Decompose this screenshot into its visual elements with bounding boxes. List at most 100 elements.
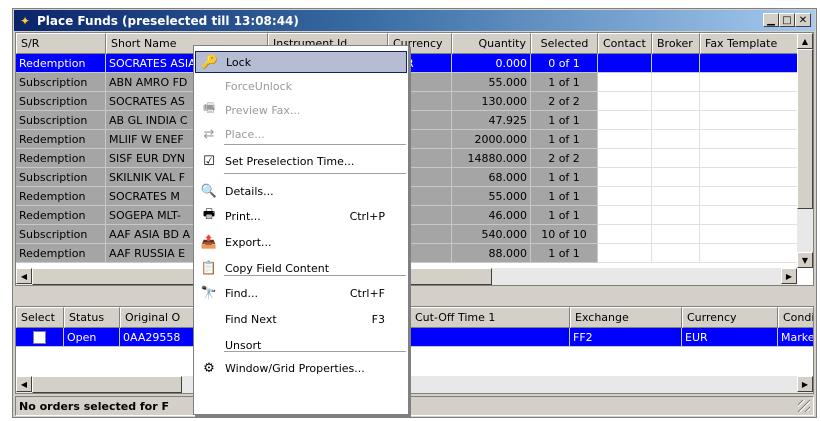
- menu-item-find-next[interactable]: Find Next F3: [195, 308, 407, 330]
- table-cell: [700, 187, 799, 206]
- table-cell: 55.000: [452, 73, 531, 92]
- maximize-button[interactable]: □: [779, 13, 795, 27]
- orders-horizontal-scrollbar[interactable]: ◀ ▶: [16, 376, 813, 393]
- table-cell: 2000.000: [452, 130, 531, 149]
- table-cell: 0 of 1: [531, 54, 598, 73]
- col-sr[interactable]: S/R: [16, 33, 106, 54]
- scroll-right-icon[interactable]: ▶: [781, 268, 797, 284]
- table-cell: 1 of 1: [531, 244, 598, 263]
- scroll-down-icon[interactable]: ▼: [797, 252, 813, 268]
- table-cell: [598, 149, 652, 168]
- menu-item-label: Window/Grid Properties...: [225, 361, 365, 375]
- col-broker[interactable]: Broker: [652, 33, 700, 54]
- scroll-up-icon[interactable]: ▲: [797, 33, 813, 49]
- menu-item-label: Set Preselection Time...: [225, 154, 355, 168]
- vertical-scroll-thumb[interactable]: [797, 49, 813, 209]
- menu-item-export[interactable]: 📤 Export...: [195, 231, 407, 253]
- table-cell: 14880.000: [452, 149, 531, 168]
- table-cell: [598, 187, 652, 206]
- table-cell: [652, 149, 700, 168]
- menu-item-unsort[interactable]: Unsort: [195, 334, 407, 356]
- table-cell: Redemption: [16, 206, 106, 225]
- col-cutoff-time[interactable]: Cut-Off Time 1: [410, 307, 570, 328]
- table-cell: 10 of 10: [531, 225, 598, 244]
- table-cell: [700, 149, 799, 168]
- exchange-cell: FF2: [570, 328, 682, 347]
- condition-cell: Marke: [778, 328, 813, 347]
- key-icon: 🔑: [201, 54, 219, 70]
- select-cell[interactable]: [16, 328, 64, 347]
- table-cell: [652, 92, 700, 111]
- table-cell: [598, 225, 652, 244]
- col-contact[interactable]: Contact: [598, 33, 652, 54]
- orders-scroll-left-icon[interactable]: ◀: [16, 376, 32, 392]
- col-status[interactable]: Status: [64, 307, 120, 328]
- funds-grid[interactable]: S/R Short Name Instrument Id Currency Qu…: [15, 32, 814, 286]
- table-cell: [598, 73, 652, 92]
- table-cell: Subscription: [16, 225, 106, 244]
- table-cell: 47.925: [452, 111, 531, 130]
- menu-item-label: Find Next: [225, 312, 277, 326]
- col-selected[interactable]: Selected: [531, 33, 598, 54]
- order-row[interactable]: Open 0AA29558 FF2 EUR Marke: [16, 328, 813, 347]
- table-cell: [700, 111, 799, 130]
- menu-item-place[interactable]: ⇄ Place...: [195, 123, 407, 145]
- table-cell: 1 of 1: [531, 130, 598, 149]
- vertical-scrollbar[interactable]: ▲ ▼: [797, 33, 813, 268]
- copy-icon: 📋: [200, 260, 218, 276]
- table-cell: [652, 244, 700, 263]
- status-cell: Open: [64, 328, 120, 347]
- table-cell: 540.000: [452, 225, 531, 244]
- menu-item-details[interactable]: 🔍 Details...: [195, 180, 407, 202]
- col-currency-2[interactable]: Currency: [682, 307, 778, 328]
- menu-item-label: Find...: [225, 286, 259, 300]
- orders-grid[interactable]: Select Status Original O Cut-Off Time 1 …: [15, 306, 814, 394]
- place-icon: ⇄: [203, 126, 215, 142]
- printer-icon: 🖶: [202, 207, 216, 222]
- checkbox-icon: ☑: [203, 153, 215, 169]
- orders-scroll-right-icon[interactable]: ▶: [797, 376, 813, 392]
- table-cell: 130.000: [452, 92, 531, 111]
- close-button[interactable]: ✕: [795, 13, 811, 27]
- menu-item-find[interactable]: 🔭 Find... Ctrl+F: [195, 282, 407, 304]
- orders-grid-header: Select Status Original O Cut-Off Time 1 …: [16, 307, 813, 328]
- resize-grip-icon[interactable]: [798, 400, 810, 412]
- table-cell: [700, 92, 799, 111]
- title-bar[interactable]: ✦ Place Funds (preselected till 13:08:44…: [14, 10, 815, 31]
- menu-item-lock[interactable]: 🔑 Lock: [195, 51, 407, 73]
- orders-scroll-thumb[interactable]: [32, 376, 182, 393]
- minimize-button[interactable]: ▁: [763, 13, 779, 27]
- menu-item-label: ForceUnlock: [225, 79, 292, 93]
- menu-item-window-grid-properties[interactable]: ⚙ Window/Grid Properties...: [195, 357, 407, 379]
- context-menu: 🔑 Lock ForceUnlock 🖷 Preview Fax... ⇄ Place...…: [193, 45, 409, 415]
- menu-item-print[interactable]: 🖶 Print... Ctrl+P: [195, 205, 407, 227]
- menu-item-set-preselection-time[interactable]: ☑ Set Preselection Time...: [195, 150, 407, 172]
- table-cell: 88.000: [452, 244, 531, 263]
- menu-item-label: Preview Fax...: [225, 103, 301, 117]
- table-cell: [700, 225, 799, 244]
- table-cell: 1 of 1: [531, 206, 598, 225]
- table-cell: Subscription: [16, 92, 106, 111]
- menu-item-preview-fax[interactable]: 🖷 Preview Fax...: [195, 99, 407, 121]
- table-cell: 55.000: [452, 187, 531, 206]
- table-cell: [598, 168, 652, 187]
- menu-item-forceunlock[interactable]: ForceUnlock: [195, 75, 407, 97]
- table-cell: 46.000: [452, 206, 531, 225]
- table-cell: [652, 225, 700, 244]
- table-cell: [598, 92, 652, 111]
- table-cell: Redemption: [16, 244, 106, 263]
- fax-icon: 🖷: [202, 101, 216, 116]
- col-condition[interactable]: Condi: [778, 307, 813, 328]
- menu-item-label: Print...: [225, 209, 261, 223]
- table-cell: 68.000: [452, 168, 531, 187]
- cutoff-cell: [410, 328, 570, 347]
- select-checkbox[interactable]: [33, 330, 46, 344]
- scroll-left-icon[interactable]: ◀: [16, 268, 32, 284]
- col-exchange[interactable]: Exchange: [570, 307, 682, 328]
- col-fax-template[interactable]: Fax Template: [700, 33, 799, 54]
- col-quantity[interactable]: Quantity: [452, 33, 531, 54]
- col-select[interactable]: Select: [16, 307, 64, 328]
- binoculars-icon: 🔭: [200, 285, 218, 301]
- table-cell: [598, 130, 652, 149]
- status-bar: No orders selected for F: [15, 396, 814, 416]
